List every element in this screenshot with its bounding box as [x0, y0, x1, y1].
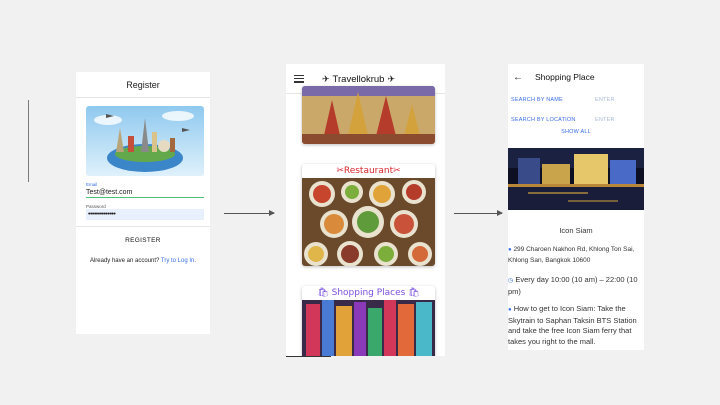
shopping-title: 🛍 Shopping Places 🛍	[317, 288, 420, 298]
password-field-group: Password ••••••••••••••	[86, 204, 204, 220]
login-prompt-text: Already have an account?	[89, 258, 160, 264]
home-title: Travellokrub	[332, 73, 385, 85]
register-button[interactable]: REGISTER	[76, 237, 210, 244]
email-field-group: Email Test@test.com	[86, 182, 204, 198]
search-by-location-row: SEARCH BY LOCATION ENTER	[508, 110, 644, 130]
travel-hero-image	[86, 106, 204, 176]
divider-line	[28, 100, 29, 182]
register-screen: Register Email Test@test.com Password ••…	[76, 72, 210, 334]
email-input[interactable]: Test@test.com	[86, 187, 204, 198]
restaurant-card[interactable]: ✂Restaurant✂	[302, 164, 435, 266]
clock-icon: ◷	[508, 278, 514, 284]
flow-arrow	[224, 210, 275, 216]
back-arrow-icon[interactable]: ←	[513, 72, 529, 83]
shopping-header: ← Shopping Place	[508, 64, 644, 90]
show-all-button[interactable]: SHOW ALL	[508, 129, 644, 135]
shopping-card[interactable]: 🛍 Shopping Places 🛍	[302, 286, 435, 356]
register-header: Register	[76, 72, 210, 98]
icon-siam-image	[508, 148, 644, 210]
address-line: ● 299 Charoen Nakhon Rd, Khlong Ton Sai,…	[508, 245, 644, 265]
directions-line: ● How to get to Icon Siam: Take the Skyt…	[508, 304, 644, 347]
flow-arrow	[454, 210, 503, 216]
temple-image	[302, 86, 435, 144]
directions-text: How to get to Icon Siam: Take the Skytra…	[508, 304, 637, 346]
search-by-name-button[interactable]: SEARCH BY NAME	[511, 97, 595, 103]
home-screen: ✈ Travellokrub ✈ ✂Restaurant✂ 🛍 Shopping…	[286, 64, 445, 356]
address-text: 299 Charoen Nakhon Rd, Khlong Ton Sai, K…	[508, 246, 635, 264]
restaurant-title: ✂Restaurant✂	[336, 166, 401, 176]
shopping-title: Shopping Place	[535, 72, 595, 82]
search-location-input[interactable]: ENTER	[595, 117, 615, 123]
register-title: Register	[126, 79, 160, 90]
password-input[interactable]: ••••••••••••••	[86, 209, 204, 220]
login-prompt-line: Already have an account? Try to Log In.	[76, 258, 210, 264]
shopping-image	[302, 300, 435, 356]
hours-text: Every day 10:00 (10 am) – 22:00 (10 pm)	[508, 275, 638, 296]
search-by-name-row: SEARCH BY NAME ENTER	[508, 90, 644, 110]
location-pin-icon: ●	[508, 247, 512, 253]
divider-line	[286, 356, 331, 357]
place-name: Icon Siam	[559, 226, 593, 235]
info-icon: ●	[508, 307, 512, 313]
shopping-place-screen: ← Shopping Place SEARCH BY NAME ENTER SE…	[508, 64, 644, 350]
hours-line: ◷ Every day 10:00 (10 am) – 22:00 (10 pm…	[508, 275, 644, 297]
login-link[interactable]: Try to Log In.	[161, 258, 196, 264]
temple-card[interactable]	[302, 86, 435, 144]
search-name-input[interactable]: ENTER	[595, 97, 615, 103]
airplane-icon: ✈	[387, 73, 396, 84]
search-by-location-button[interactable]: SEARCH BY LOCATION	[511, 117, 595, 123]
airplane-icon: ✈	[322, 73, 330, 84]
restaurant-image	[302, 178, 435, 266]
form-divider	[76, 226, 210, 227]
menu-icon[interactable]	[294, 74, 304, 83]
